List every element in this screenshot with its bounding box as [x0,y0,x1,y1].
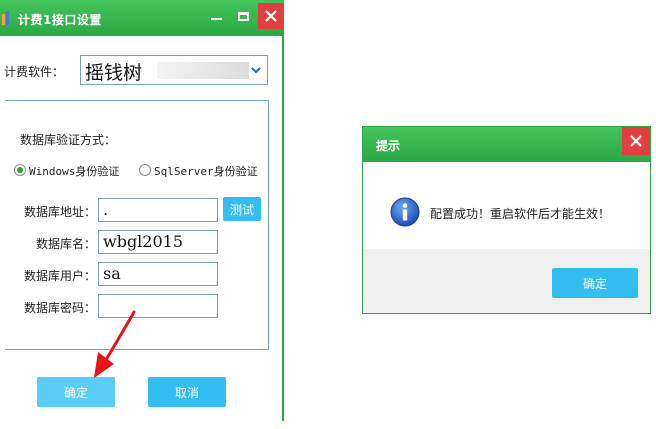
db-name-label: 数据库名： [36,237,97,251]
auth-method-label: 数据库验证方式： [20,133,117,147]
db-password-label: 数据库密码： [24,301,97,315]
app-logo-icon [2,11,9,25]
dialog-titlebar[interactable]: 提示 [363,127,650,162]
settings-window: 计费1接口设置 计费软件： 摇钱树 数据库验证方式： Windows身份验证 S… [0,0,284,421]
radio-windows-auth[interactable] [14,164,26,176]
dialog-body: 配置成功！重启软件后才能生效！ [363,162,650,249]
maximize-button[interactable] [230,3,256,29]
test-button[interactable]: 测试 [223,197,261,221]
billing-software-label: 计费软件： [4,65,65,79]
db-name-input[interactable]: wbgl2015 [98,230,218,254]
dialog-footer: 确定 [363,249,650,313]
db-user-label: 数据库用户： [24,269,97,283]
window-title: 计费1接口设置 [18,13,102,27]
maximize-icon [237,11,249,21]
close-icon [265,10,277,22]
select-highlight [157,62,249,79]
db-address-label: 数据库地址： [24,205,97,219]
titlebar[interactable]: 计费1接口设置 [0,0,284,36]
billing-software-value: 摇钱树 [85,62,143,84]
db-address-input[interactable]: . [98,198,218,222]
minimize-icon [210,18,222,20]
close-button[interactable] [258,3,284,29]
billing-software-select[interactable]: 摇钱树 [80,55,268,85]
dialog-close-button[interactable] [622,127,650,155]
red-arrow-icon [94,310,136,378]
dialog-ok-button[interactable]: 确定 [552,268,638,298]
radio-sqlserver-auth-label: SqlServer身份验证 [154,165,258,178]
dialog-message: 配置成功！重启软件后才能生效！ [430,207,611,221]
db-user-input[interactable]: sa [98,262,218,286]
close-icon [630,135,642,147]
minimize-button[interactable] [203,3,229,29]
prompt-dialog: 提示 配置成功！重启软件后才能生效！ 确定 [362,126,651,314]
info-icon [390,197,420,227]
chevron-down-icon [249,64,263,78]
cancel-button[interactable]: 取消 [148,377,226,407]
radio-windows-auth-label: Windows身份验证 [29,165,120,178]
radio-sqlserver-auth[interactable] [139,164,151,176]
dialog-title: 提示 [376,139,401,153]
ok-button[interactable]: 确定 [37,377,115,407]
